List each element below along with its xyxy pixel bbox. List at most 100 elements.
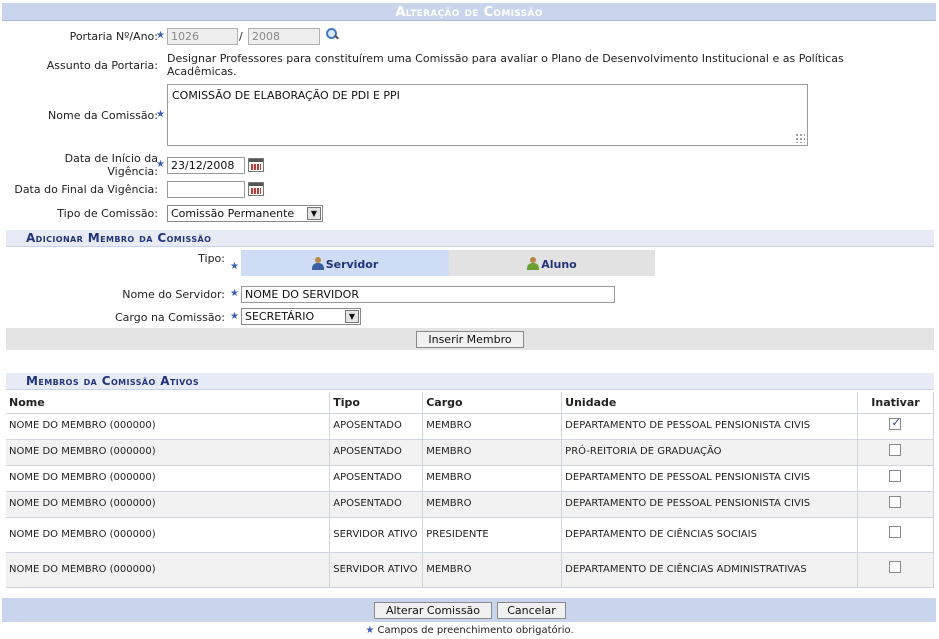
nome-servidor-input[interactable] bbox=[241, 286, 615, 303]
member-nome: NOME DO MEMBRO (000000) bbox=[6, 465, 331, 492]
chevron-down-icon: ▼ bbox=[345, 310, 359, 323]
member-inativar-cell bbox=[857, 413, 935, 440]
member-tipo: SERVIDOR ATIVO bbox=[329, 552, 424, 588]
tab-aluno[interactable]: Aluno bbox=[449, 250, 655, 276]
nome-servidor-label: Nome do Servidor: bbox=[122, 288, 225, 301]
member-nome: NOME DO MEMBRO (000000) bbox=[6, 517, 331, 553]
tab-aluno-label: Aluno bbox=[541, 258, 577, 271]
required-star-icon: ★ bbox=[365, 625, 375, 636]
member-cargo: MEMBRO bbox=[422, 491, 563, 518]
portaria-label: Portaria Nº/Ano: bbox=[69, 30, 158, 43]
inativar-checkbox[interactable] bbox=[889, 561, 902, 573]
member-unidade: DEPARTAMENTO DE CIÊNCIAS ADMINISTRATIVAS bbox=[561, 552, 858, 588]
assunto-value: Designar Professores para constituírem u… bbox=[167, 52, 844, 78]
resize-grip-icon[interactable] bbox=[795, 133, 805, 143]
member-unidade: DEPARTAMENTO DE PESSOAL PENSIONISTA CIVI… bbox=[561, 413, 858, 440]
members-table: Nome Tipo Cargo Unidade Inativar NOME DO… bbox=[6, 392, 935, 588]
table-row: NOME DO MEMBRO (000000) SERVIDOR ATIVO M… bbox=[6, 552, 935, 588]
required-star-icon: ★ bbox=[230, 288, 239, 299]
required-star-icon: ★ bbox=[230, 261, 239, 272]
required-star-icon: ★ bbox=[230, 311, 239, 322]
required-star-icon: ★ bbox=[156, 109, 165, 120]
table-row: NOME DO MEMBRO (000000) SERVIDOR ATIVO P… bbox=[6, 517, 935, 553]
member-tipo: APOSENTADO bbox=[329, 439, 424, 466]
chevron-down-icon: ▼ bbox=[307, 207, 321, 220]
cancelar-button[interactable]: Cancelar bbox=[497, 602, 566, 619]
member-nome: NOME DO MEMBRO (000000) bbox=[6, 552, 331, 588]
table-header-row: Nome Tipo Cargo Unidade Inativar bbox=[6, 392, 935, 414]
col-inativar: Inativar bbox=[857, 392, 935, 414]
member-nome: NOME DO MEMBRO (000000) bbox=[6, 439, 331, 466]
member-cargo: MEMBRO bbox=[422, 552, 563, 588]
table-row: NOME DO MEMBRO (000000) APOSENTADO MEMBR… bbox=[6, 491, 935, 518]
tipo-comissao-select[interactable]: Comissão Permanente ▼ bbox=[167, 205, 323, 222]
member-tipo: APOSENTADO bbox=[329, 413, 424, 440]
portaria-ano-input[interactable] bbox=[248, 28, 320, 45]
alteracao-comissao-panel: Alteração de Comissão bbox=[2, 3, 936, 21]
member-inativar-cell bbox=[857, 552, 935, 588]
alterar-comissao-button[interactable]: Alterar Comissão bbox=[374, 602, 492, 619]
member-inativar-cell bbox=[857, 491, 935, 518]
required-note-text: Campos de preenchimento obrigatório. bbox=[377, 625, 574, 636]
tipo-comissao-label: Tipo de Comissão: bbox=[57, 207, 158, 220]
member-nome: NOME DO MEMBRO (000000) bbox=[6, 491, 331, 518]
panel-header: Alteração de Comissão bbox=[2, 3, 936, 21]
tipo-membro-label: Tipo: bbox=[198, 252, 225, 265]
tab-servidor-label: Servidor bbox=[325, 258, 379, 271]
col-cargo: Cargo bbox=[422, 392, 563, 414]
data-inicio-label: Data de Início da Vigência: bbox=[64, 152, 158, 178]
search-icon[interactable] bbox=[325, 27, 339, 41]
tab-servidor[interactable]: Servidor bbox=[241, 250, 449, 276]
adicionar-membro-header: Adicionar Membro da Comissão bbox=[6, 230, 934, 247]
portaria-numero-input[interactable] bbox=[167, 28, 238, 45]
data-inicio-input[interactable] bbox=[167, 157, 245, 174]
cargo-comissao-label: Cargo na Comissão: bbox=[115, 311, 225, 324]
inativar-checkbox[interactable] bbox=[889, 495, 902, 508]
portaria-separator: / bbox=[239, 30, 243, 43]
tipo-comissao-value: Comissão Permanente bbox=[171, 207, 295, 220]
inativar-checkbox[interactable] bbox=[889, 526, 902, 538]
member-inativar-cell bbox=[857, 439, 935, 466]
inativar-checkbox[interactable] bbox=[889, 416, 902, 430]
member-tipo: SERVIDOR ATIVO bbox=[329, 517, 424, 553]
panel-title: Alteração de Comissão bbox=[395, 5, 543, 20]
inativar-checkbox[interactable] bbox=[889, 469, 902, 482]
col-tipo: Tipo bbox=[329, 392, 424, 414]
table-row: NOME DO MEMBRO (000000) APOSENTADO MEMBR… bbox=[6, 439, 935, 466]
aluno-icon bbox=[527, 257, 540, 270]
required-note: ★ Campos de preenchimento obrigatório. bbox=[0, 625, 939, 636]
membros-ativos-header: Membros da Comissão Ativos bbox=[6, 373, 934, 390]
member-unidade: DEPARTAMENTO DE PESSOAL PENSIONISTA CIVI… bbox=[561, 465, 858, 492]
member-inativar-cell bbox=[857, 517, 935, 553]
member-unidade: PRÓ-REITORIA DE GRADUAÇÃO bbox=[561, 439, 858, 466]
nome-comissao-textarea[interactable]: COMISSÃO DE ELABORAÇÃO DE PDI E PPI bbox=[167, 84, 808, 146]
member-cargo: MEMBRO bbox=[422, 439, 563, 466]
nome-comissao-value: COMISSÃO DE ELABORAÇÃO DE PDI E PPI bbox=[172, 89, 400, 102]
cargo-comissao-select[interactable]: SECRETÁRIO ▼ bbox=[241, 308, 361, 325]
cargo-comissao-value: SECRETÁRIO bbox=[245, 310, 315, 323]
col-unidade: Unidade bbox=[561, 392, 858, 414]
inserir-membro-button[interactable]: Inserir Membro bbox=[416, 331, 524, 348]
inativar-checkbox[interactable] bbox=[889, 443, 902, 456]
member-cargo: MEMBRO bbox=[422, 413, 563, 440]
member-unidade: DEPARTAMENTO DE PESSOAL PENSIONISTA CIVI… bbox=[561, 491, 858, 518]
calendar-icon[interactable] bbox=[248, 158, 264, 172]
required-star-icon: ★ bbox=[156, 30, 165, 41]
col-nome: Nome bbox=[6, 392, 331, 414]
member-cargo: PRESIDENTE bbox=[422, 517, 563, 553]
servidor-icon bbox=[311, 257, 324, 270]
tipo-membro-tabs: Servidor Aluno bbox=[241, 250, 655, 276]
data-final-input[interactable] bbox=[167, 181, 245, 198]
required-star-icon: ★ bbox=[156, 159, 165, 170]
table-row: NOME DO MEMBRO (000000) APOSENTADO MEMBR… bbox=[6, 413, 935, 440]
table-row: NOME DO MEMBRO (000000) APOSENTADO MEMBR… bbox=[6, 465, 935, 492]
member-tipo: APOSENTADO bbox=[329, 465, 424, 492]
member-tipo: APOSENTADO bbox=[329, 491, 424, 518]
calendar-icon[interactable] bbox=[248, 182, 264, 196]
member-cargo: MEMBRO bbox=[422, 465, 563, 492]
nome-comissao-label: Nome da Comissão: bbox=[48, 109, 158, 122]
member-inativar-cell bbox=[857, 465, 935, 492]
data-final-label: Data do Final da Vigência: bbox=[14, 183, 158, 196]
member-nome: NOME DO MEMBRO (000000) bbox=[6, 413, 331, 440]
member-unidade: DEPARTAMENTO DE CIÊNCIAS SOCIAIS bbox=[561, 517, 858, 553]
